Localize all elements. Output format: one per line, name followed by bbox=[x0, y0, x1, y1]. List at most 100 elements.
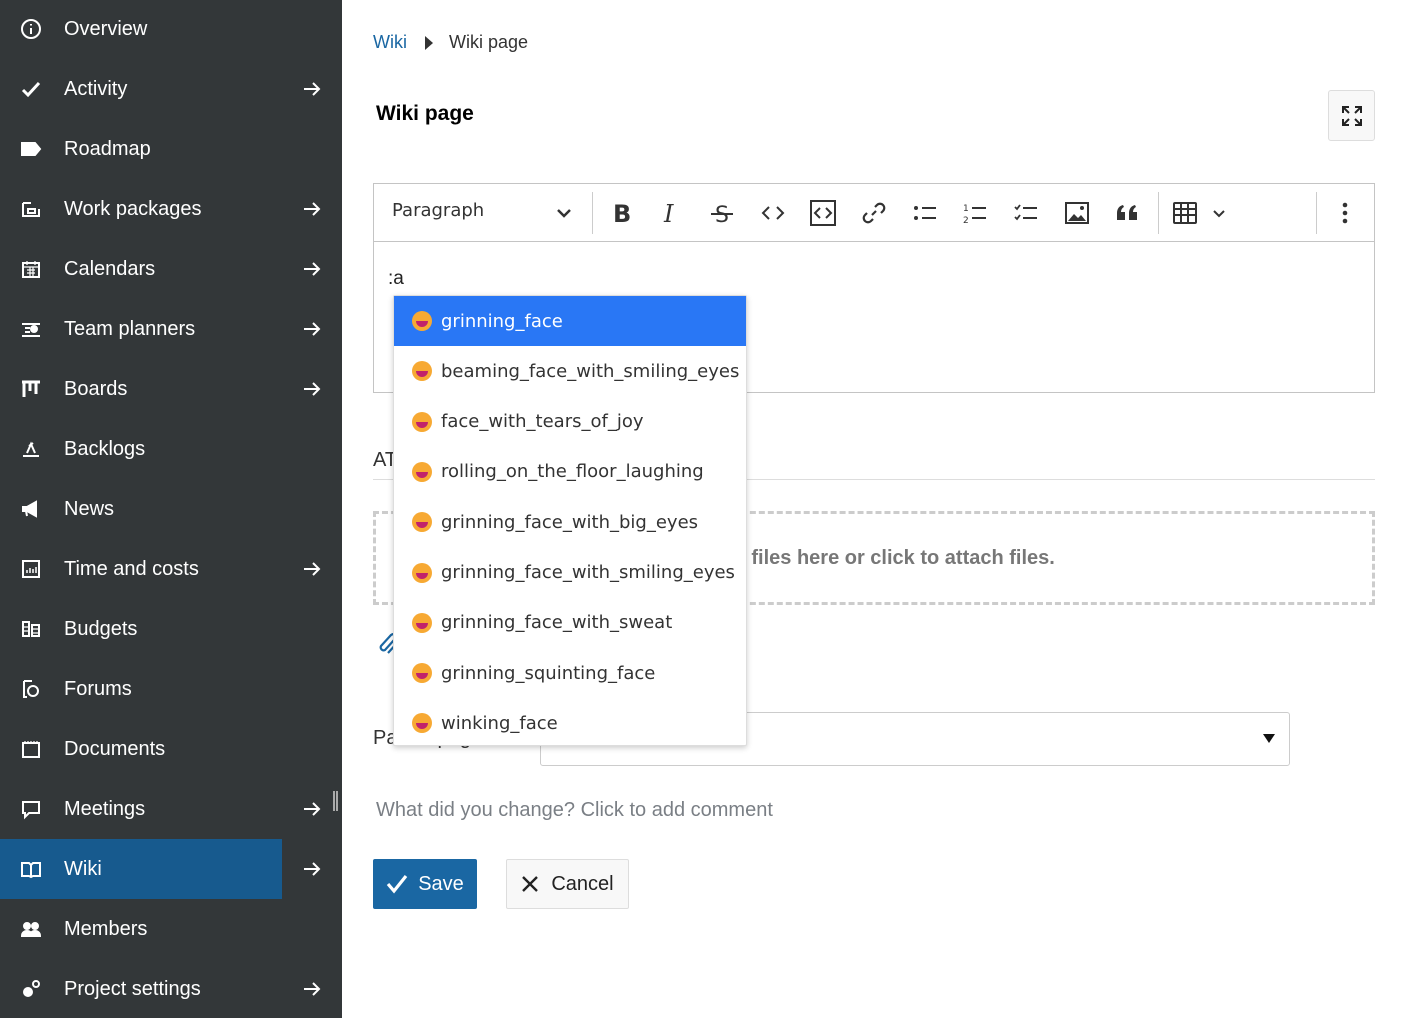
sidebar-item-news[interactable]: News bbox=[0, 479, 342, 539]
sidebar-item-link[interactable]: Calendars bbox=[0, 239, 282, 299]
quote-icon bbox=[1117, 205, 1137, 220]
sidebar-item-team-planners[interactable]: Team planners bbox=[0, 299, 342, 359]
sidebar-item-work-packages[interactable]: Work packages bbox=[0, 179, 342, 239]
chevron-down-icon[interactable] bbox=[556, 206, 572, 224]
arrow-right-icon[interactable] bbox=[300, 977, 324, 1001]
sidebar-item-link[interactable]: Time and costs bbox=[0, 539, 282, 599]
sidebar-item-link[interactable]: Boards bbox=[0, 359, 282, 419]
sidebar-item-meetings[interactable]: Meetings bbox=[0, 779, 342, 839]
emoji-suggestion-item[interactable]: grinning_face bbox=[394, 296, 746, 346]
sidebar-item-budgets[interactable]: Budgets bbox=[0, 599, 342, 659]
grinning-squinting-face-emoji-icon bbox=[412, 663, 432, 684]
face-with-tears-of-joy-emoji-icon bbox=[412, 411, 432, 432]
emoji-suggestion-item[interactable]: grinning_squinting_face bbox=[394, 648, 746, 698]
emoji-suggestion-label: grinning_face_with_big_eyes bbox=[441, 511, 699, 533]
arrow-right-icon[interactable] bbox=[300, 557, 324, 581]
sidebar-item-link[interactable]: Wiki bbox=[0, 839, 282, 899]
sidebar-item-overview[interactable]: Overview bbox=[0, 0, 342, 59]
sidebar-item-label: Work packages bbox=[64, 197, 202, 220]
toolbar-divider bbox=[592, 192, 593, 234]
link-button[interactable] bbox=[859, 198, 889, 228]
code-block-button[interactable] bbox=[808, 198, 838, 228]
emoji-suggestion-item[interactable]: grinning_face_with_sweat bbox=[394, 598, 746, 648]
info-icon bbox=[20, 18, 42, 40]
sidebar-item-link[interactable]: Team planners bbox=[0, 299, 282, 359]
sidebar-item-link[interactable]: Forums bbox=[0, 659, 282, 719]
save-button[interactable]: Save bbox=[373, 859, 477, 909]
arrow-right-icon[interactable] bbox=[300, 857, 324, 881]
arrow-right-icon[interactable] bbox=[300, 197, 324, 221]
sidebar-resize-handle[interactable] bbox=[333, 791, 338, 811]
arrow-right-icon[interactable] bbox=[300, 257, 324, 281]
sidebar-item-link[interactable]: News bbox=[0, 479, 282, 539]
sidebar-item-members[interactable]: Members bbox=[0, 899, 342, 959]
close-icon bbox=[522, 876, 539, 892]
numbered-list-button[interactable]: 12 bbox=[960, 198, 990, 228]
emoji-suggestion-item[interactable]: beaming_face_with_smiling_eyes bbox=[394, 346, 746, 396]
table-dropdown-chevron[interactable] bbox=[1204, 198, 1234, 228]
image-button[interactable] bbox=[1062, 198, 1092, 228]
sidebar-item-forums[interactable]: Forums bbox=[0, 659, 342, 719]
todo-list-button[interactable] bbox=[1011, 198, 1041, 228]
add-comment-field[interactable]: What did you change? Click to add commen… bbox=[376, 799, 773, 822]
bulleted-list-button[interactable] bbox=[910, 198, 940, 228]
todo-list-icon bbox=[1014, 204, 1037, 221]
emoji-suggestion-item[interactable]: winking_face bbox=[394, 698, 746, 748]
cancel-label: Cancel bbox=[551, 872, 614, 895]
editor-content-area[interactable]: :a bbox=[388, 268, 404, 290]
bold-icon: B bbox=[613, 200, 631, 226]
block-quote-button[interactable] bbox=[1113, 198, 1143, 228]
forum-icon bbox=[20, 678, 42, 700]
expand-icon bbox=[1341, 105, 1362, 126]
sidebar-item-boards[interactable]: Boards bbox=[0, 359, 342, 419]
sidebar-item-link[interactable]: Budgets bbox=[0, 599, 282, 659]
emoji-suggestion-item[interactable]: grinning_face_with_smiling_eyes bbox=[394, 548, 746, 598]
sidebar-item-link[interactable]: Backlogs bbox=[0, 419, 282, 479]
more-options-button[interactable] bbox=[1330, 198, 1360, 228]
emoji-suggestion-label: grinning_face_with_smiling_eyes bbox=[441, 562, 735, 583]
sidebar-item-time-and-costs[interactable]: Time and costs bbox=[0, 539, 342, 599]
sidebar-item-project-settings[interactable]: Project settings bbox=[0, 959, 342, 1019]
strikethrough-button[interactable]: S bbox=[707, 198, 737, 228]
emoji-suggestion-item[interactable]: rolling_on_the_floor_laughing bbox=[394, 447, 746, 497]
sidebar-item-link[interactable]: Members bbox=[0, 899, 282, 959]
emoji-suggestion-item[interactable]: grinning_face_with_big_eyes bbox=[394, 497, 746, 547]
italic-button[interactable]: I bbox=[656, 198, 686, 228]
sidebar-item-label: Boards bbox=[64, 377, 128, 400]
arrow-right-icon[interactable] bbox=[300, 77, 324, 101]
sidebar-item-link[interactable]: Roadmap bbox=[0, 119, 282, 179]
sidebar-item-roadmap[interactable]: Roadmap bbox=[0, 119, 342, 179]
code-button[interactable] bbox=[758, 198, 788, 228]
breadcrumb-parent-link[interactable]: Wiki bbox=[373, 32, 407, 53]
arrow-right-icon[interactable] bbox=[300, 377, 324, 401]
bold-button[interactable]: B bbox=[606, 198, 636, 228]
sidebar-item-link[interactable]: Documents bbox=[0, 719, 282, 779]
cancel-button[interactable]: Cancel bbox=[506, 859, 629, 909]
sidebar-item-activity[interactable]: Activity bbox=[0, 59, 342, 119]
grinning-face-emoji-icon bbox=[412, 311, 432, 331]
team-planner-icon bbox=[20, 318, 42, 340]
sidebar-item-link[interactable]: Project settings bbox=[0, 959, 282, 1019]
code-block-icon bbox=[810, 200, 836, 226]
sidebar-item-link[interactable]: Activity bbox=[0, 59, 282, 119]
boards-icon bbox=[20, 378, 42, 400]
svg-text:1: 1 bbox=[963, 204, 969, 214]
sidebar-item-link[interactable]: Meetings bbox=[0, 779, 282, 839]
toolbar-divider bbox=[1316, 192, 1317, 234]
insert-table-button[interactable] bbox=[1170, 198, 1200, 228]
emoji-suggestion-item[interactable]: face_with_tears_of_joy bbox=[394, 397, 746, 447]
sidebar-item-wiki[interactable]: Wiki bbox=[0, 839, 342, 899]
sidebar-item-backlogs[interactable]: Backlogs bbox=[0, 419, 342, 479]
fullscreen-button[interactable] bbox=[1328, 90, 1375, 141]
bulleted-list-icon bbox=[914, 206, 936, 220]
sidebar-item-link[interactable]: Overview bbox=[0, 0, 282, 59]
sidebar-item-calendars[interactable]: Calendars bbox=[0, 239, 342, 299]
sidebar-item-label: Backlogs bbox=[64, 437, 146, 460]
code-icon bbox=[761, 206, 785, 220]
arrow-right-icon[interactable] bbox=[300, 797, 324, 821]
arrow-right-icon[interactable] bbox=[300, 317, 324, 341]
sidebar-item-documents[interactable]: Documents bbox=[0, 719, 342, 779]
sidebar-item-link[interactable]: Work packages bbox=[0, 179, 282, 239]
strikethrough-icon: S bbox=[711, 203, 733, 226]
paragraph-format-select[interactable]: Paragraph bbox=[392, 200, 484, 221]
